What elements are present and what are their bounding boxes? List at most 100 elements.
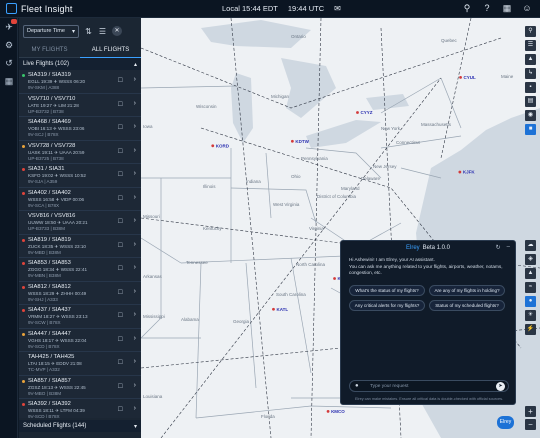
airport-marker[interactable]: CYUL: [459, 75, 476, 80]
flight-row[interactable]: SIA812 / SIA812 WSSS 18:29 ✈ ZHHH 00:49 9V…: [19, 281, 141, 305]
flight-row[interactable]: SIA447 / SIA447 VGHS 18:17 ✈ WSSS 22:04 9V…: [19, 328, 141, 352]
flight-row[interactable]: SIA319 / SIA319 EGLL 19:39 ✈ WSSS 06:20 9V…: [19, 70, 141, 94]
flight-aircraft: 9V-SCJ | B78X: [28, 132, 59, 137]
bookmark-icon[interactable]: ☐: [118, 359, 123, 366]
filter-icon[interactable]: ▲: [525, 54, 536, 65]
suggestion-critical-alerts[interactable]: Any critical alerts for my flights?: [349, 299, 425, 311]
sort-select[interactable]: Departure Time ▾: [23, 24, 79, 38]
microphone-icon[interactable]: ●: [355, 383, 359, 389]
history-icon[interactable]: ↺: [0, 54, 18, 72]
chevron-right-icon[interactable]: ›: [134, 123, 136, 130]
grid-icon[interactable]: ▦: [502, 3, 512, 13]
sort-order-icon[interactable]: ⇅: [84, 27, 93, 36]
chevron-right-icon[interactable]: ›: [134, 382, 136, 389]
layer-toggle-icon[interactable]: ■: [525, 124, 536, 135]
suggestion-holding[interactable]: Are any of my flights in holding?: [429, 284, 505, 296]
tab-my-flights[interactable]: MY FLIGHTS: [19, 44, 80, 58]
zoom-out-button[interactable]: −: [525, 419, 536, 430]
chevron-right-icon[interactable]: ›: [134, 358, 136, 365]
flight-row[interactable]: VSV710 / VSV710 LATE 19:27 ✈ LIM 21:28 UP-…: [19, 93, 141, 117]
suggestion-flight-status[interactable]: What's the status of my flights?: [349, 284, 425, 296]
assistant-fab[interactable]: Elrey: [497, 416, 514, 429]
airport-marker[interactable]: KMCO: [326, 409, 346, 414]
flight-row[interactable]: SIA468 / SIA469 VOBI 16:13 ✈ WSSS 23:06 9V…: [19, 117, 141, 141]
tab-all-flights[interactable]: ALL FLIGHTS: [80, 44, 141, 58]
chevron-right-icon[interactable]: ›: [134, 100, 136, 107]
view-icon[interactable]: ◉: [525, 110, 536, 121]
help-icon[interactable]: ?: [482, 3, 492, 13]
user-icon[interactable]: ☺: [522, 3, 532, 13]
status-dot: [22, 191, 25, 195]
flight-row[interactable]: SIA853 / SIA853 ZGGG 18:34 ✈ WSSS 22:41 9V…: [19, 258, 141, 282]
flight-row[interactable]: SIA819 / SIA819 ZUCK 18:35 ✈ WSSS 23:10 9V…: [19, 234, 141, 258]
zoom-in-button[interactable]: +: [525, 406, 536, 417]
flights-icon[interactable]: ✈: [0, 18, 18, 36]
terrain-icon[interactable]: ▲: [525, 268, 536, 279]
chevron-right-icon[interactable]: ›: [134, 405, 136, 412]
ruler-icon[interactable]: ▪: [525, 82, 536, 93]
flight-row[interactable]: SIA437 / SIA437 VRMM 18:27 ✈ WSSS 23:13 9V…: [19, 305, 141, 329]
flight-row[interactable]: SIA857 / SIA857 ZGSZ 18:13 ✈ WSSS 22:45 9V…: [19, 375, 141, 399]
airport-marker[interactable]: KATL: [272, 307, 288, 312]
chevron-right-icon[interactable]: ›: [134, 147, 136, 154]
list-icon[interactable]: ☰: [525, 40, 536, 51]
suggestion-scheduled-status[interactable]: Status of my scheduled flights?: [429, 299, 505, 311]
radar-icon[interactable]: ●: [525, 296, 536, 307]
route-icon[interactable]: ↳: [525, 68, 536, 79]
chart-icon[interactable]: ▤: [525, 96, 536, 107]
flight-row[interactable]: SIA31 / SIA31 KSFO 19:02 ✈ WSSS 10:52 9V-S…: [19, 164, 141, 188]
satellite-icon[interactable]: ◈: [525, 254, 536, 265]
bookmark-icon[interactable]: ☐: [118, 312, 123, 319]
close-icon[interactable]: ✕: [112, 26, 122, 36]
chevron-right-icon[interactable]: ›: [134, 217, 136, 224]
bookmark-icon[interactable]: ☐: [118, 171, 123, 178]
bookmark-icon[interactable]: ☐: [118, 406, 123, 413]
minimize-icon[interactable]: –: [507, 244, 510, 251]
chevron-right-icon[interactable]: ›: [134, 76, 136, 83]
scheduled-flights-header[interactable]: Scheduled Flights (144) ▾: [19, 420, 141, 432]
chat-input[interactable]: ● Type your request ➤: [349, 380, 509, 392]
lightning-icon[interactable]: ⚡: [525, 324, 536, 335]
chevron-right-icon[interactable]: ›: [134, 335, 136, 342]
airport-marker[interactable]: KDTW: [290, 139, 310, 144]
airport-marker[interactable]: KORD: [211, 143, 230, 148]
flight-row[interactable]: SIA402 / SIA402 WSSS 16:58 ✈ VIDP 00:06 9V…: [19, 187, 141, 211]
bookmark-icon[interactable]: ☐: [118, 242, 123, 249]
status-dot: [22, 403, 25, 406]
mail-icon[interactable]: ✉: [334, 4, 341, 13]
bookmark-icon[interactable]: ☐: [118, 383, 123, 390]
chevron-right-icon[interactable]: ›: [134, 241, 136, 248]
send-icon[interactable]: ➤: [496, 382, 505, 391]
flight-row[interactable]: VSV728 / VSV728 UASK 19:11 ✈ UAAA 20:59 UP…: [19, 140, 141, 164]
bookmark-icon[interactable]: ☐: [118, 77, 123, 84]
bookmark-icon[interactable]: ☐: [118, 148, 123, 155]
refresh-icon[interactable]: ↻: [496, 244, 501, 251]
live-flights-header[interactable]: Live Flights (102) ▴: [19, 58, 141, 70]
chevron-right-icon[interactable]: ›: [134, 288, 136, 295]
weather-icon[interactable]: ☁: [525, 240, 536, 251]
wx-icon[interactable]: ☀: [525, 310, 536, 321]
bookmark-icon[interactable]: ☐: [118, 124, 123, 131]
flight-row[interactable]: VSV816 / VSV816 UUWW 18:50 ✈ UAAA 20:21 UP…: [19, 211, 141, 235]
flight-row[interactable]: SIA392 / SIA392 WSSS 18:11 ✈ LTFM 04:39 9V…: [19, 399, 141, 418]
waves-icon[interactable]: ≈: [525, 282, 536, 293]
search-icon[interactable]: ⚲: [525, 26, 536, 37]
chevron-right-icon[interactable]: ›: [134, 194, 136, 201]
chevron-right-icon[interactable]: ›: [134, 264, 136, 271]
filter-icon[interactable]: ☰: [98, 27, 107, 36]
airport-marker[interactable]: CYYZ: [356, 110, 373, 115]
tools-icon[interactable]: ▦: [0, 72, 18, 90]
bookmark-icon[interactable]: ☐: [118, 289, 123, 296]
bookmark-icon[interactable]: ☐: [118, 218, 123, 225]
search-icon[interactable]: ⚲: [462, 3, 472, 13]
label-new-york: New York: [381, 126, 401, 131]
chevron-right-icon[interactable]: ›: [134, 311, 136, 318]
flight-row[interactable]: TAH425 / TAH425 LTAI 18:15 ✈ EDDV 21:08 TC…: [19, 352, 141, 376]
bookmark-icon[interactable]: ☐: [118, 336, 123, 343]
status-dot: [22, 379, 25, 383]
bookmark-icon[interactable]: ☐: [118, 195, 123, 202]
chevron-right-icon[interactable]: ›: [134, 170, 136, 177]
settings-icon[interactable]: ⚙: [0, 36, 18, 54]
bookmark-icon[interactable]: ☐: [118, 265, 123, 272]
bookmark-icon[interactable]: ☐: [118, 101, 123, 108]
